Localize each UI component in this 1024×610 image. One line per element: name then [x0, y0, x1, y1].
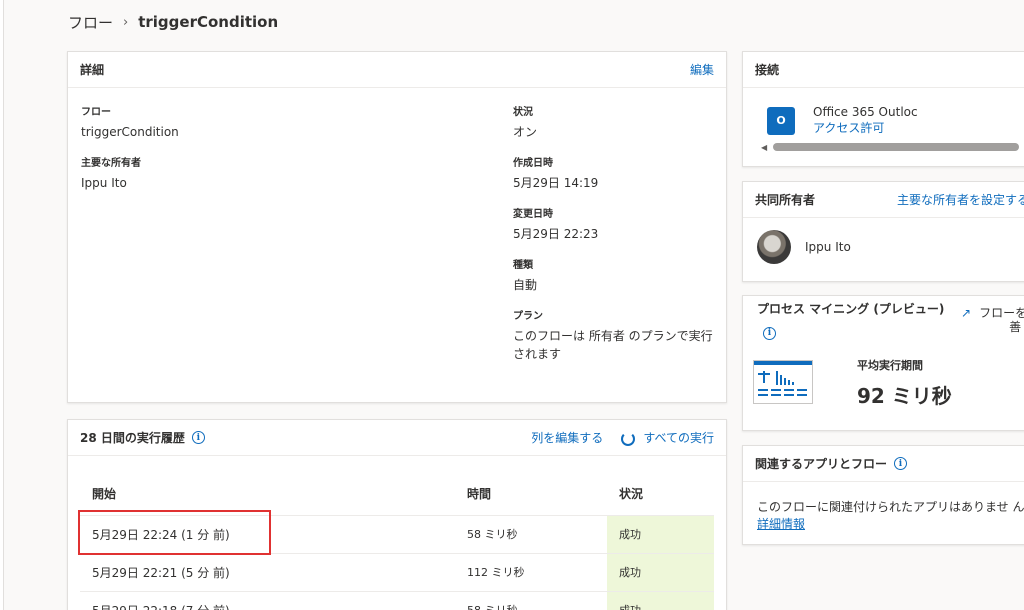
set-primary-owner-link[interactable]: 主要な所有者を設定する	[897, 191, 1024, 208]
edit-columns-link[interactable]: 列を編集する	[531, 429, 603, 446]
run-status: 成功	[607, 553, 714, 592]
improve-flow-line2: 善	[1009, 320, 1022, 334]
run-history-title: 28 日間の実行履歴	[80, 431, 185, 445]
table-row[interactable]: 5月29日 22:21 (5 分 前) 112 ミリ秒 成功	[80, 553, 714, 592]
run-status: 成功	[607, 515, 714, 554]
connections-header: 接続	[743, 52, 1024, 88]
type-field: 種類 自動	[513, 256, 713, 294]
created-value: 5月29日 14:19	[513, 176, 599, 190]
table-header-row: 開始 時間 状況	[80, 473, 714, 516]
created-label: 作成日時	[513, 158, 553, 169]
details-left-column: フロー triggerCondition 主要な所有者 Ippu Ito	[81, 103, 381, 205]
connections-title: 接続	[755, 63, 780, 77]
column-header-status[interactable]: 状況	[607, 473, 714, 516]
co-owners-title: 共同所有者	[755, 193, 816, 207]
related-apps-header: 関連するアプリとフロー i	[743, 446, 1024, 482]
breadcrumb-flows-link[interactable]: フロー	[68, 12, 113, 33]
modified-value: 5月29日 22:23	[513, 227, 599, 241]
co-owners-card: 共同所有者 主要な所有者を設定する Ippu Ito	[742, 181, 1024, 282]
flow-value: triggerCondition	[81, 125, 179, 139]
scrollbar-thumb[interactable]	[773, 143, 1019, 151]
run-history-table: 開始 時間 状況 5月29日 22:24 (1 分 前) 58 ミリ秒 成功 5…	[80, 473, 714, 610]
connection-name: Office 365 Outloc	[813, 105, 918, 119]
process-mining-thumbnail-icon	[753, 360, 813, 404]
run-start[interactable]: 5月29日 22:18 (7 分 前)	[80, 591, 455, 610]
process-mining-title: プロセス マイニング (プレビュー)	[757, 302, 945, 316]
run-start[interactable]: 5月29日 22:21 (5 分 前)	[80, 553, 455, 592]
breadcrumb: フロー › triggerCondition	[68, 10, 278, 34]
related-apps-title: 関連するアプリとフロー	[755, 457, 888, 471]
owner-item: Ippu Ito	[757, 230, 851, 264]
left-rail	[0, 0, 4, 610]
owner-field: 主要な所有者 Ippu Ito	[81, 154, 381, 192]
scroll-left-icon[interactable]: ◀	[761, 143, 767, 152]
details-card: 詳細 編集 フロー triggerCondition 主要な所有者 Ippu I…	[67, 51, 727, 403]
info-icon[interactable]: i	[191, 431, 205, 444]
status-field: 状況 オン	[513, 103, 713, 141]
connection-item[interactable]: O Office 365 Outloc アクセス許可	[767, 105, 918, 136]
table-row[interactable]: 5月29日 22:18 (7 分 前) 58 ミリ秒 成功	[80, 591, 714, 610]
edit-link[interactable]: 編集	[690, 61, 714, 78]
outlook-icon: O	[767, 106, 795, 135]
flow-field: フロー triggerCondition	[81, 103, 381, 141]
related-apps-card: 関連するアプリとフロー i このフローに関連付けられたアプリはありませ ん 詳細…	[742, 445, 1024, 545]
owner-label: 主要な所有者	[81, 158, 141, 169]
improve-flow-link[interactable]: ↗ フローを 善	[961, 306, 1024, 334]
no-related-apps-text: このフローに関連付けられたアプリはありませ ん	[757, 500, 1024, 514]
flow-details-page: フロー › triggerCondition 詳細 編集 フロー trigger…	[0, 0, 1024, 610]
run-duration: 112 ミリ秒	[455, 553, 607, 592]
info-icon[interactable]: i	[763, 326, 776, 340]
type-label: 種類	[513, 260, 533, 271]
all-runs-link[interactable]: すべての実行	[621, 429, 714, 446]
connections-card: 接続 O Office 365 Outloc アクセス許可 ◀	[742, 51, 1024, 167]
external-link-icon: ↗	[961, 306, 972, 320]
run-history-header: 28 日間の実行履歴 i 列を編集する すべての実行	[68, 420, 726, 456]
plan-label: プラン	[513, 311, 543, 322]
process-mining-card: プロセス マイニング (プレビュー) i ↗ フローを 善 平均実行期間 92 …	[742, 295, 1024, 431]
owner-value: Ippu Ito	[81, 176, 127, 190]
details-title: 詳細	[80, 63, 105, 77]
type-value: 自動	[513, 278, 538, 292]
avatar	[757, 230, 791, 264]
table-row[interactable]: 5月29日 22:24 (1 分 前) 58 ミリ秒 成功	[80, 515, 714, 554]
plan-value: このフローは 所有者 のプランで実行されます	[513, 329, 713, 361]
horizontal-scrollbar[interactable]: ◀	[761, 142, 1024, 152]
learn-more-link[interactable]: 詳細情報	[757, 515, 805, 532]
process-mining-info: i	[763, 320, 776, 340]
run-status: 成功	[607, 591, 714, 610]
modified-label: 変更日時	[513, 209, 553, 220]
plan-field: プラン このフローは 所有者 のプランで実行されます	[513, 307, 713, 363]
created-field: 作成日時 5月29日 14:19	[513, 154, 713, 192]
owner-name: Ippu Ito	[805, 240, 851, 254]
chevron-right-icon: ›	[123, 14, 129, 30]
status-value: オン	[513, 125, 538, 139]
improve-flow-line1: フローを	[979, 306, 1024, 320]
run-duration: 58 ミリ秒	[455, 591, 607, 610]
flow-label: フロー	[81, 107, 111, 118]
details-header: 詳細 編集	[68, 52, 726, 88]
run-history-card: 28 日間の実行履歴 i 列を編集する すべての実行 開始 時間 状況 5月29…	[67, 419, 727, 610]
average-duration-label: 平均実行期間	[857, 359, 923, 372]
column-header-start[interactable]: 開始	[80, 473, 455, 516]
run-duration: 58 ミリ秒	[455, 515, 607, 554]
co-owners-header: 共同所有者 主要な所有者を設定する	[743, 182, 1024, 218]
breadcrumb-current: triggerCondition	[138, 13, 279, 31]
status-label: 状況	[513, 107, 533, 118]
average-duration-value: 92 ミリ秒	[857, 384, 952, 408]
permission-link[interactable]: アクセス許可	[813, 119, 918, 136]
run-start[interactable]: 5月29日 22:24 (1 分 前)	[80, 515, 455, 554]
info-icon[interactable]: i	[894, 457, 908, 470]
refresh-icon	[621, 431, 636, 446]
all-runs-label: すべての実行	[643, 431, 714, 445]
details-right-column: 状況 オン 作成日時 5月29日 14:19 変更日時 5月29日 22:23 …	[513, 103, 713, 376]
column-header-duration[interactable]: 時間	[455, 473, 607, 516]
modified-field: 変更日時 5月29日 22:23	[513, 205, 713, 243]
